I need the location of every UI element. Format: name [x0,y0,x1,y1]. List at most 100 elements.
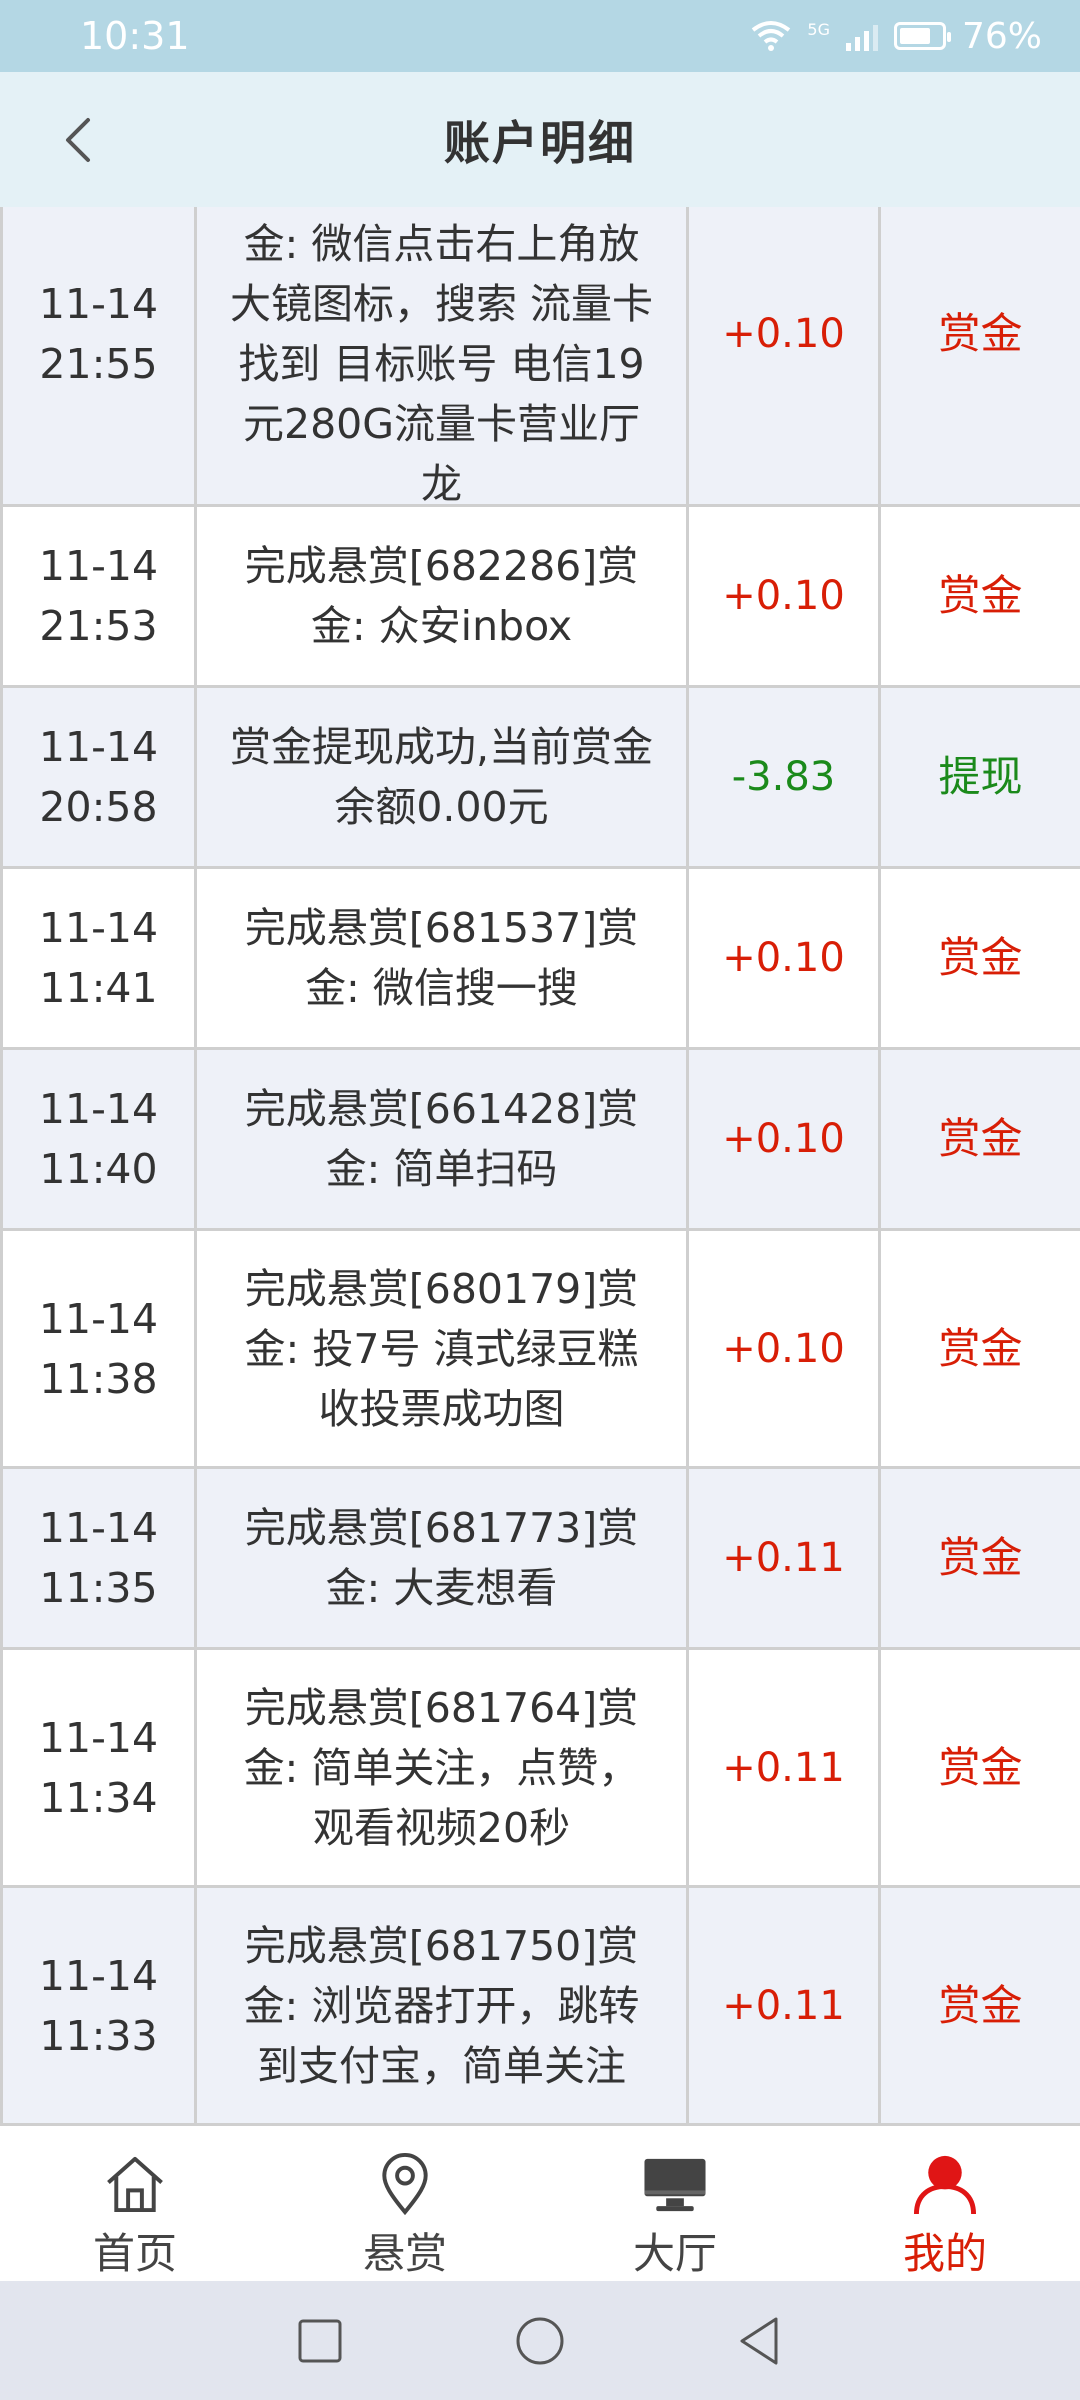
time-cell-text: 11-14 11:33 [38,1951,159,2060]
circle-icon[interactable] [510,2311,570,2371]
time-cell: 11-14 11:38 [0,1231,197,1466]
amount-cell-text: +0.11 [722,1744,845,1791]
amount-cell-text: +0.11 [722,1535,845,1581]
description-cell: 赏金提现成功,当前赏金余额0.00元 [197,688,689,866]
system-nav-bar [0,2281,1080,2400]
time-cell: 11-14 21:53 [0,507,197,685]
time-cell-text: 11-14 11:34 [38,1713,159,1822]
amount-cell-text: +0.10 [722,573,845,619]
time-cell-text: 11-14 11:41 [38,904,159,1012]
time-cell-text: 11-14 21:55 [38,280,159,388]
tab-bounty-label: 悬赏 [362,2229,447,2278]
type-cell-text: 赏金 [938,1742,1023,1792]
time-cell-text: 11-14 20:58 [38,723,159,831]
amount-cell: +0.11 [689,1888,881,2123]
account-detail-table[interactable]: 11-14 21:55 完成悬赏[681779]赏金: 微信点击右上角放大镜图标，… [0,207,1080,2133]
amount-cell: +0.10 [689,507,881,685]
description-cell: 完成悬赏[681773]赏金: 大麦想看 [197,1469,689,1647]
status-bar: 10:31 5G 76% [0,0,1080,72]
description-cell: 完成悬赏[680179]赏金: 投7号 滇式绿豆糕 收投票成功图 [197,1231,689,1466]
status-icons: 5G 76% [751,16,1042,57]
amount-cell: +0.11 [689,1650,881,1885]
table-row: 11-14 11:33 完成悬赏[681750]赏金: 浏览器打开，跳转到支付宝，… [0,1888,1080,2126]
time-cell-text: 11-14 21:53 [38,542,159,650]
description-cell-text: 完成悬赏[661428]赏金: 简单扫码 [244,1085,639,1193]
description-cell-text: 完成悬赏[681773]赏金: 大麦想看 [244,1504,639,1612]
description-cell-text: 完成悬赏[680179]赏金: 投7号 滇式绿豆糕 收投票成功图 [244,1264,639,1433]
description-cell: 完成悬赏[681764]赏金: 简单关注，点赞，观看视频20秒 [197,1650,689,1885]
home-icon [107,2156,163,2213]
amount-cell: +0.10 [689,1050,881,1228]
description-cell-text: 完成悬赏[681764]赏金: 简单关注，点赞，观看视频20秒 [243,1683,640,1852]
app-header: 账户明细 [0,72,1080,207]
time-cell: 11-14 11:41 [0,869,197,1047]
amount-cell-text: +0.10 [722,1325,845,1372]
amount-cell: -3.83 [689,688,881,866]
amount-cell: +0.10 [689,1231,881,1466]
type-cell: 赏金 [881,869,1080,1047]
table-row: 11-14 20:58 赏金提现成功,当前赏金余额0.00元 -3.83 提现 [0,688,1080,869]
page-title: 账户明细 [444,115,636,170]
signal-icon [845,21,878,51]
type-cell-text: 赏金 [938,1114,1023,1163]
location-pin-icon [382,2152,428,2216]
status-time: 10:31 [80,14,190,58]
description-cell: 完成悬赏[661428]赏金: 简单扫码 [197,1050,689,1228]
tab-hall[interactable]: 大厅 [540,2133,810,2281]
table-row: 11-14 11:38 完成悬赏[680179]赏金: 投7号 滇式绿豆糕 收投票… [0,1231,1080,1469]
wifi-icon [752,21,791,51]
time-cell-text: 11-14 11:38 [38,1294,159,1403]
table-row: 11-14 21:53 完成悬赏[682286]赏金: 众安inbox +0.10 赏… [0,507,1080,688]
amount-cell-text: +0.10 [722,935,845,981]
time-cell: 11-14 20:58 [0,688,197,866]
amount-cell: +0.11 [689,1469,881,1647]
description-cell-text: 完成悬赏[681537]赏金: 微信搜一搜 [244,904,639,1012]
type-cell-text: 赏金 [938,1533,1023,1582]
type-cell-text: 赏金 [938,571,1023,620]
description-cell-text: 完成悬赏[681750]赏金: 浏览器打开，跳转到支付宝，简单关注 [243,1921,640,2090]
description-cell: 完成悬赏[682286]赏金: 众安inbox [197,507,689,685]
tab-mine[interactable]: 我的 [810,2133,1080,2281]
bottom-tab-bar: 首页 悬赏 大厅 我的 [0,2133,1080,2281]
square-icon[interactable] [290,2311,350,2371]
battery-percent: 76% [961,15,1042,57]
table-row: 11-14 11:34 完成悬赏[681764]赏金: 简单关注，点赞，观看视频2… [0,1650,1080,1888]
table-row: 11-14 11:40 完成悬赏[661428]赏金: 简单扫码 +0.10 赏金 [0,1050,1080,1231]
tab-home[interactable]: 首页 [0,2133,270,2281]
tab-bounty[interactable]: 悬赏 [270,2133,540,2281]
type-cell-text: 赏金 [938,933,1023,982]
type-cell: 赏金 [881,1888,1080,2123]
network-type: 5G [807,19,830,39]
battery-icon [893,22,951,50]
amount-cell-text: +0.10 [722,311,845,357]
user-icon [913,2155,977,2215]
description-cell: 完成悬赏[681779]赏金: 微信点击右上角放大镜图标，搜索 流量卡 找到 目… [197,207,689,508]
table-row: 11-14 11:41 完成悬赏[681537]赏金: 微信搜一搜 +0.10 赏金 [0,869,1080,1050]
tab-hall-label: 大厅 [632,2229,717,2278]
time-cell: 11-14 11:34 [0,1650,197,1885]
time-cell-text: 11-14 11:40 [38,1085,159,1193]
amount-cell-text: +0.11 [722,1982,845,2029]
time-cell: 11-14 11:35 [0,1469,197,1647]
type-cell: 赏金 [881,1231,1080,1466]
time-cell: 11-14 21:55 [0,207,197,504]
amount-cell-text: -3.83 [731,754,836,800]
type-cell: 赏金 [881,207,1080,504]
tab-home-label: 首页 [92,2229,177,2278]
description-cell: 完成悬赏[681537]赏金: 微信搜一搜 [197,869,689,1047]
type-cell-text: 赏金 [938,1323,1023,1373]
amount-cell-text: +0.10 [722,1116,845,1162]
table-row: 11-14 11:35 完成悬赏[681773]赏金: 大麦想看 +0.11 赏金 [0,1469,1080,1650]
description-cell-text: 赏金提现成功,当前赏金余额0.00元 [229,723,654,831]
type-cell-text: 赏金 [938,309,1023,358]
monitor-icon [644,2158,706,2212]
description-cell-text: 完成悬赏[681779]赏金: 微信点击右上角放大镜图标，搜索 流量卡 找到 目… [229,207,654,508]
table-row: 11-14 21:55 完成悬赏[681779]赏金: 微信点击右上角放大镜图标，… [0,207,1080,508]
type-cell: 赏金 [881,1050,1080,1228]
time-cell-text: 11-14 11:35 [38,1504,159,1612]
description-cell: 完成悬赏[681750]赏金: 浏览器打开，跳转到支付宝，简单关注 [197,1888,689,2123]
type-cell-text: 提现 [938,752,1023,801]
triangle-back-icon[interactable] [730,2311,790,2371]
chevron-left-icon[interactable] [52,112,108,168]
time-cell: 11-14 11:40 [0,1050,197,1228]
